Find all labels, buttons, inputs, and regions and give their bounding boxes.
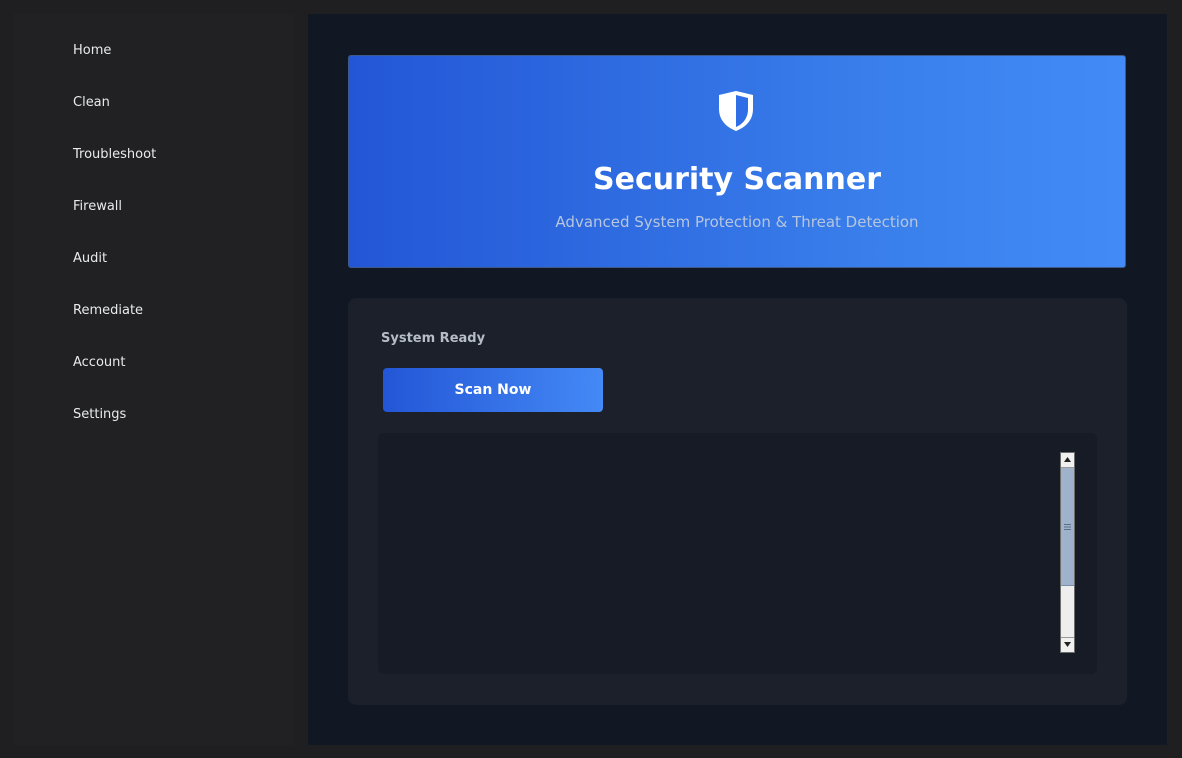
page-subtitle: Advanced System Protection & Threat Dete… [555, 213, 919, 231]
sidebar-item-troubleshoot[interactable]: Troubleshoot [73, 147, 156, 162]
log-scrollbar[interactable] [1060, 452, 1075, 653]
scan-now-button[interactable]: Scan Now [383, 368, 603, 412]
sidebar-item-settings[interactable]: Settings [73, 407, 126, 422]
sidebar-item-audit[interactable]: Audit [73, 251, 107, 266]
scan-log-output[interactable] [378, 433, 1097, 674]
scan-panel: System Ready Scan Now [348, 298, 1127, 705]
status-label: System Ready [381, 331, 486, 346]
sidebar-item-remediate[interactable]: Remediate [73, 303, 143, 318]
grip-icon [1064, 524, 1071, 530]
hero-banner: Security Scanner Advanced System Protect… [348, 55, 1126, 268]
scroll-thumb[interactable] [1061, 468, 1074, 586]
sidebar-item-clean[interactable]: Clean [73, 95, 110, 110]
page-title: Security Scanner [592, 162, 881, 197]
shield-icon [714, 89, 758, 133]
sidebar: Home Clean Troubleshoot Firewall Audit R… [13, 14, 294, 745]
sidebar-item-account[interactable]: Account [73, 355, 126, 370]
scroll-down-arrow-icon[interactable] [1061, 637, 1074, 652]
main-content: Security Scanner Advanced System Protect… [308, 14, 1167, 745]
sidebar-item-firewall[interactable]: Firewall [73, 199, 122, 214]
scroll-up-arrow-icon[interactable] [1061, 453, 1074, 468]
sidebar-item-home[interactable]: Home [73, 43, 111, 58]
